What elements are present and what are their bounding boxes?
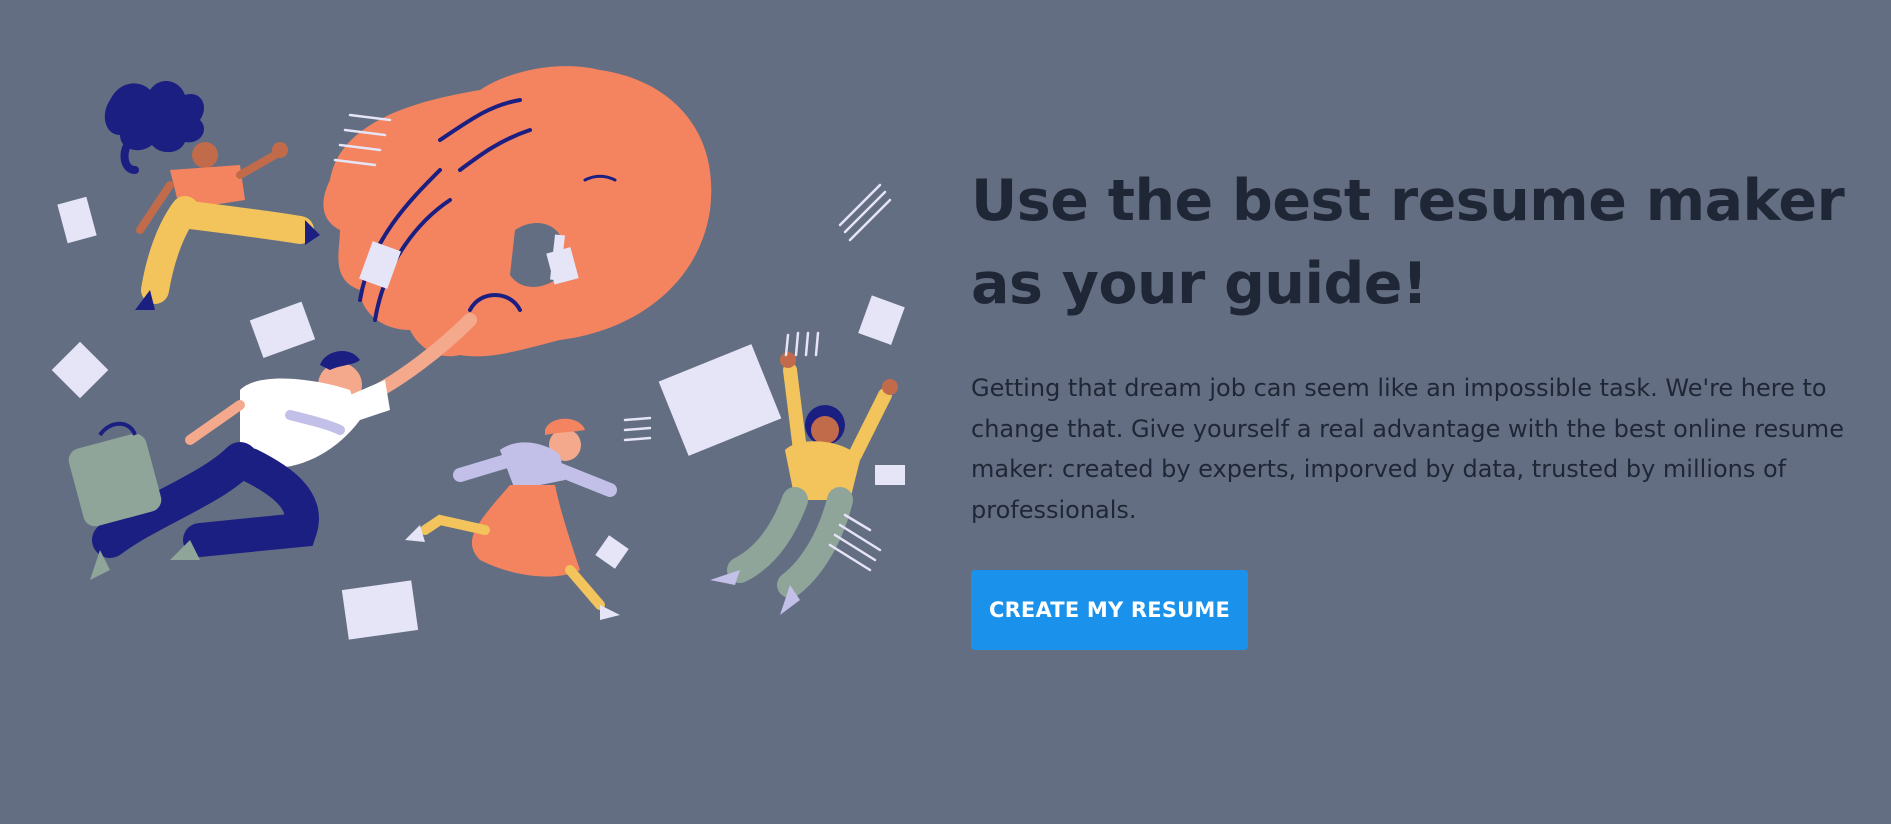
illustration xyxy=(51,66,905,640)
hero-subtitle: Getting that dream job can seem like an … xyxy=(971,374,1844,524)
giant-hand-icon xyxy=(323,66,712,357)
hero-copy: Use the best resume maker as your guide!… xyxy=(971,160,1851,530)
hero-title-line-1: Use the best resume maker xyxy=(971,168,1845,234)
hero-section: Use the best resume maker as your guide!… xyxy=(0,0,1891,824)
woman-curly-hair-icon xyxy=(104,80,320,310)
man-briefcase-icon xyxy=(68,313,477,580)
hero-title-line-2: as your guide! xyxy=(971,251,1428,317)
create-resume-button[interactable]: CREATE MY RESUME xyxy=(971,570,1248,650)
hero-title: Use the best resume maker as your guide! xyxy=(971,160,1851,326)
woman-red-hair-icon xyxy=(405,418,620,620)
